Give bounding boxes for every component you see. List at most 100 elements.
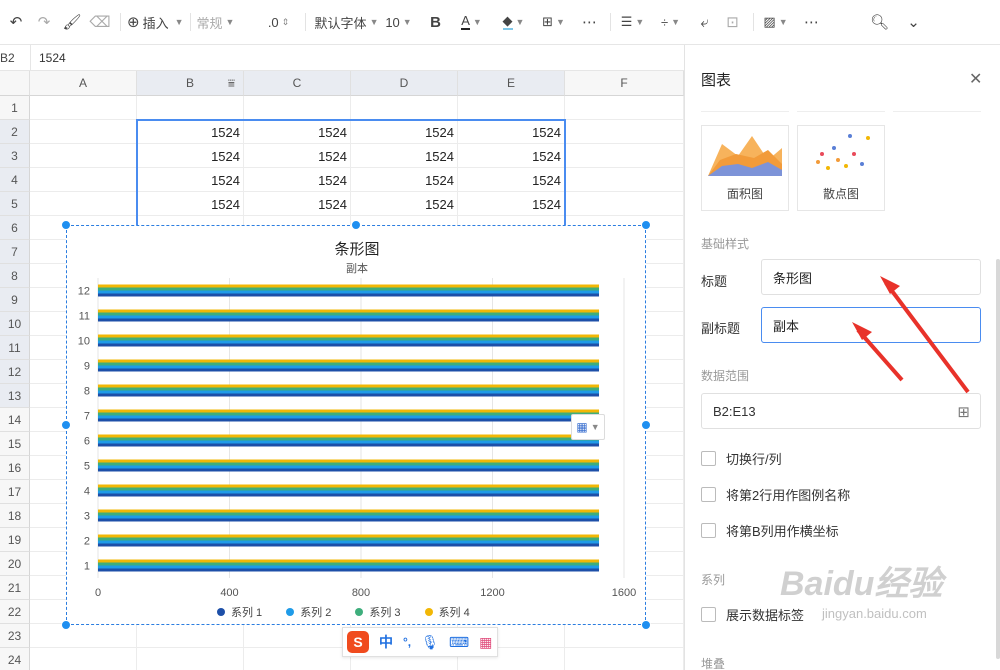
bar[interactable] xyxy=(98,459,600,463)
row-header-13[interactable]: 13 xyxy=(0,384,30,408)
bar[interactable] xyxy=(98,293,600,297)
formula-input[interactable]: 1524 xyxy=(39,51,66,65)
row-header-18[interactable]: 18 xyxy=(0,504,30,528)
bar[interactable] xyxy=(98,509,600,513)
format-painter-icon[interactable]: 🖌︎ xyxy=(58,7,86,37)
bar[interactable] xyxy=(98,315,600,319)
font-color-button[interactable]: A ▼ xyxy=(454,7,490,37)
insert-button[interactable]: ⊕ 插入 ▼ xyxy=(127,7,184,37)
apps-grid-icon[interactable]: ▦ xyxy=(479,634,492,651)
bar[interactable] xyxy=(98,493,600,497)
microphone-icon[interactable]: 🎙︎ xyxy=(421,634,439,651)
row-header-17[interactable]: 17 xyxy=(0,480,30,504)
cell[interactable]: 1524 xyxy=(351,168,458,192)
fill-color-button[interactable]: ◆ ▼ xyxy=(496,7,532,37)
cell[interactable]: 1524 xyxy=(458,120,565,144)
bar[interactable] xyxy=(98,318,600,322)
close-icon[interactable]: ✕ xyxy=(969,69,982,89)
decimal-stepper[interactable]: .0 ⇕ xyxy=(259,7,299,37)
undo-icon[interactable]: ↶ xyxy=(2,7,30,37)
legend-item[interactable]: 系列 2 xyxy=(286,604,331,620)
checkbox-box[interactable] xyxy=(701,487,716,502)
font-size-select[interactable]: 10 ▼ xyxy=(382,7,416,37)
bar[interactable] xyxy=(98,437,600,441)
row-header-16[interactable]: 16 xyxy=(0,456,30,480)
ime-punctuation[interactable]: °, xyxy=(403,635,411,649)
bar[interactable] xyxy=(98,465,600,469)
cell[interactable]: 1524 xyxy=(351,144,458,168)
colB-xaxis-checkbox[interactable]: 将第B列用作横坐标 xyxy=(701,521,839,540)
title-input[interactable]: 条形图 xyxy=(761,259,981,295)
chart-object[interactable]: 条形图 副本 0 400 800 1200 1600 1 2 3 4 5 6 7 8 9 10 11 12 ▦ ▼… xyxy=(66,225,646,625)
align-button[interactable]: ☰ ▼ xyxy=(617,7,649,37)
bar[interactable] xyxy=(98,440,600,444)
bar[interactable] xyxy=(98,368,600,372)
bar[interactable] xyxy=(98,515,600,519)
chart-type-scatter[interactable]: 散点图 xyxy=(797,125,885,211)
checkbox-box[interactable] xyxy=(701,607,716,622)
conditional-format-button[interactable]: ▨ ▼ xyxy=(760,7,792,37)
cell[interactable]: 1524 xyxy=(458,144,565,168)
bar[interactable] xyxy=(98,512,600,516)
chart-type-area[interactable]: 面积图 xyxy=(701,125,789,211)
row-header-20[interactable]: 20 xyxy=(0,552,30,576)
borders-button[interactable]: ⊞ ▼ xyxy=(536,7,572,37)
bar[interactable] xyxy=(98,365,600,369)
select-all-corner[interactable] xyxy=(0,71,30,96)
resize-handle[interactable] xyxy=(61,620,71,630)
row-header-5[interactable]: 5 xyxy=(0,192,30,216)
column-header-f[interactable]: F xyxy=(565,71,684,96)
bar[interactable] xyxy=(98,487,600,491)
cell[interactable]: 1524 xyxy=(244,144,351,168)
row2-legend-checkbox[interactable]: 将第2行用作图例名称 xyxy=(701,485,850,504)
bar[interactable] xyxy=(98,412,600,416)
cell[interactable]: 1524 xyxy=(351,120,458,144)
legend-item[interactable]: 系列 4 xyxy=(424,604,470,620)
bar[interactable] xyxy=(98,568,600,572)
clear-format-icon[interactable]: ⌫ xyxy=(86,7,114,37)
font-select[interactable]: 默认字体 ▼ xyxy=(312,7,382,37)
cell[interactable]: 1524 xyxy=(137,144,244,168)
resize-handle[interactable] xyxy=(641,420,651,430)
column-header-a[interactable]: A xyxy=(30,71,137,96)
more-icon[interactable]: ⋯ xyxy=(798,7,826,37)
bar[interactable] xyxy=(98,340,600,344)
grid-select-icon[interactable]: ⊞ xyxy=(957,403,970,421)
row-header-14[interactable]: 14 xyxy=(0,408,30,432)
bar[interactable] xyxy=(98,434,600,438)
resize-handle[interactable] xyxy=(61,220,71,230)
column-header-b[interactable]: B ⩸ xyxy=(137,71,244,96)
bar[interactable] xyxy=(98,537,600,541)
bar[interactable] xyxy=(98,387,600,391)
data-range-input[interactable]: B2:E13 ⊞ xyxy=(701,393,981,429)
filter-icon[interactable]: ⩸ xyxy=(228,76,235,91)
row-header-1[interactable]: 1 xyxy=(0,96,30,120)
legend-item[interactable]: 系列 1 xyxy=(217,604,262,620)
bar[interactable] xyxy=(98,334,600,338)
cell[interactable]: 1524 xyxy=(137,192,244,216)
cell[interactable]: 1524 xyxy=(351,192,458,216)
bar[interactable] xyxy=(98,565,600,569)
bar[interactable] xyxy=(98,390,600,394)
row-header-23[interactable]: 23 xyxy=(0,624,30,648)
resize-handle[interactable] xyxy=(641,620,651,630)
bar[interactable] xyxy=(98,540,600,544)
chart-elements-button[interactable]: ▦ ▼ xyxy=(571,414,605,440)
legend-item[interactable]: 系列 3 xyxy=(355,604,401,620)
cell[interactable]: 1524 xyxy=(244,120,351,144)
bold-icon[interactable]: B xyxy=(422,7,450,37)
resize-handle[interactable] xyxy=(351,220,361,230)
cell[interactable]: 1524 xyxy=(244,192,351,216)
cell[interactable]: 1524 xyxy=(458,192,565,216)
row-header-11[interactable]: 11 xyxy=(0,336,30,360)
column-header-c[interactable]: C xyxy=(244,71,351,96)
bar[interactable] xyxy=(98,468,600,472)
switch-row-col-checkbox[interactable]: 切换行/列 xyxy=(701,449,782,468)
search-icon[interactable]: 🔍︎ xyxy=(866,7,894,37)
column-header-e[interactable]: E xyxy=(458,71,565,96)
bar[interactable] xyxy=(98,287,600,291)
number-format-select[interactable]: 常规 ▼ xyxy=(197,7,259,37)
row-header-4[interactable]: 4 xyxy=(0,168,30,192)
row-header-12[interactable]: 12 xyxy=(0,360,30,384)
bar[interactable] xyxy=(98,284,600,288)
